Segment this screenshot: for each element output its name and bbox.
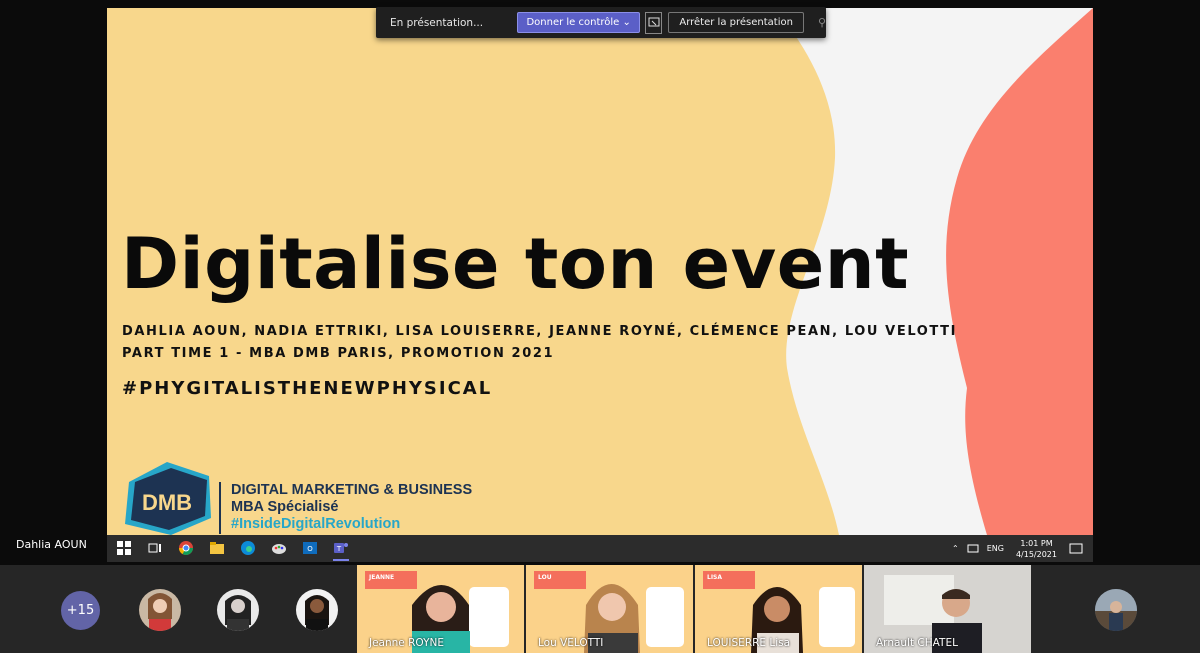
coral-blob <box>946 8 1093 535</box>
participant-name: Jeanne ROYNE <box>369 637 444 649</box>
logo-text: DIGITAL MARKETING & BUSINESS MBA Spécial… <box>231 482 472 533</box>
participant-tile[interactable]: Arnault CHATEL <box>864 565 1031 653</box>
tile-banner-text: JEANNE <box>369 574 395 581</box>
logo-line-2: MBA Spécialisé <box>231 499 339 515</box>
svg-text:O: O <box>307 545 313 553</box>
logo-mark-text: DMB <box>142 490 192 515</box>
clock-date: 4/15/2021 <box>1015 549 1057 559</box>
system-tray: ⌃ ENG 1:01 PM 4/15/2021 <box>952 535 1093 562</box>
dmb-logo: DMB <box>125 462 211 535</box>
give-control-label: Donner le contrôle <box>526 17 620 28</box>
task-view-icon[interactable] <box>147 540 163 556</box>
include-audio-button[interactable] <box>644 11 663 34</box>
teams-icon[interactable]: T <box>333 540 349 556</box>
participant-tile[interactable]: LISA LOUISERRE Lisa <box>695 565 862 653</box>
clock-time: 1:01 PM <box>1020 538 1053 548</box>
avatar-photo <box>305 595 329 631</box>
presenting-status: En présentation... <box>390 16 484 29</box>
language-indicator[interactable]: ENG <box>987 544 1004 553</box>
stop-presenting-button[interactable]: Arrêter la présentation <box>668 12 804 33</box>
participant-avatar[interactable] <box>296 589 338 631</box>
chevron-down-icon: ⌄ <box>619 17 631 28</box>
presentation-toolbar: En présentation... Donner le contrôle ⌄ … <box>376 7 826 38</box>
windows-start-icon[interactable] <box>116 540 132 556</box>
participant-tile[interactable]: JEANNE Jeanne ROYNE <box>357 565 524 653</box>
network-icon[interactable] <box>967 544 979 554</box>
participant-avatar[interactable] <box>1095 589 1137 631</box>
shared-screen-stage: Digitalise ton event DAHLIA AOUN, NADIA … <box>0 0 1200 565</box>
clock[interactable]: 1:01 PM 4/15/2021 <box>1016 538 1057 560</box>
logo-line-1: DIGITAL MARKETING & BUSINESS <box>231 482 473 498</box>
slide-hashtag: #PHYGITALISTHENEWPHYSICAL <box>122 378 493 399</box>
presenter-name: Dahlia AOUN <box>16 538 87 551</box>
participant-name: Arnault CHATEL <box>876 637 958 649</box>
logo-line-3: #InsideDigitalRevolution <box>231 516 401 532</box>
outlook-icon[interactable]: O <box>302 540 318 556</box>
windows-taskbar: O T ⌃ ENG 1:01 PM 4/15/2021 <box>107 535 1093 562</box>
paint-icon[interactable] <box>271 540 287 556</box>
slide-program: PART TIME 1 - MBA DMB PARIS, PROMOTION 2… <box>122 346 555 361</box>
logo-divider <box>219 482 221 534</box>
presentation-slide: Digitalise ton event DAHLIA AOUN, NADIA … <box>107 8 1093 535</box>
participant-avatar[interactable] <box>217 589 259 631</box>
slide-title: Digitalise ton event <box>121 223 910 305</box>
chevron-up-icon[interactable]: ⌃ <box>952 544 959 553</box>
file-explorer-icon[interactable] <box>209 540 225 556</box>
pin-icon[interactable]: ⚲ <box>818 16 826 29</box>
teams-active-indicator <box>333 559 349 561</box>
edge-icon[interactable] <box>240 540 256 556</box>
avatar-photo <box>148 593 172 631</box>
screen-share-icon <box>648 17 660 26</box>
participant-avatar[interactable] <box>139 589 181 631</box>
participant-name: LOUISERRE Lisa <box>707 637 791 649</box>
more-participants-button[interactable]: +15 <box>61 591 100 630</box>
tile-banner-text: LISA <box>707 574 723 581</box>
give-control-button[interactable]: Donner le contrôle ⌄ <box>517 12 640 33</box>
notification-icon[interactable] <box>1069 543 1083 555</box>
chrome-icon[interactable] <box>178 540 194 556</box>
svg-text:T: T <box>336 545 342 553</box>
slide-authors: DAHLIA AOUN, NADIA ETTRIKI, LISA LOUISER… <box>122 324 958 339</box>
participant-name: Lou VELOTTI <box>538 637 604 649</box>
tile-banner-text: LOU <box>538 574 552 581</box>
participant-tile[interactable]: LOU Lou VELOTTI <box>526 565 693 653</box>
avatar-photo <box>225 595 251 631</box>
avatar-photo <box>1095 589 1137 631</box>
